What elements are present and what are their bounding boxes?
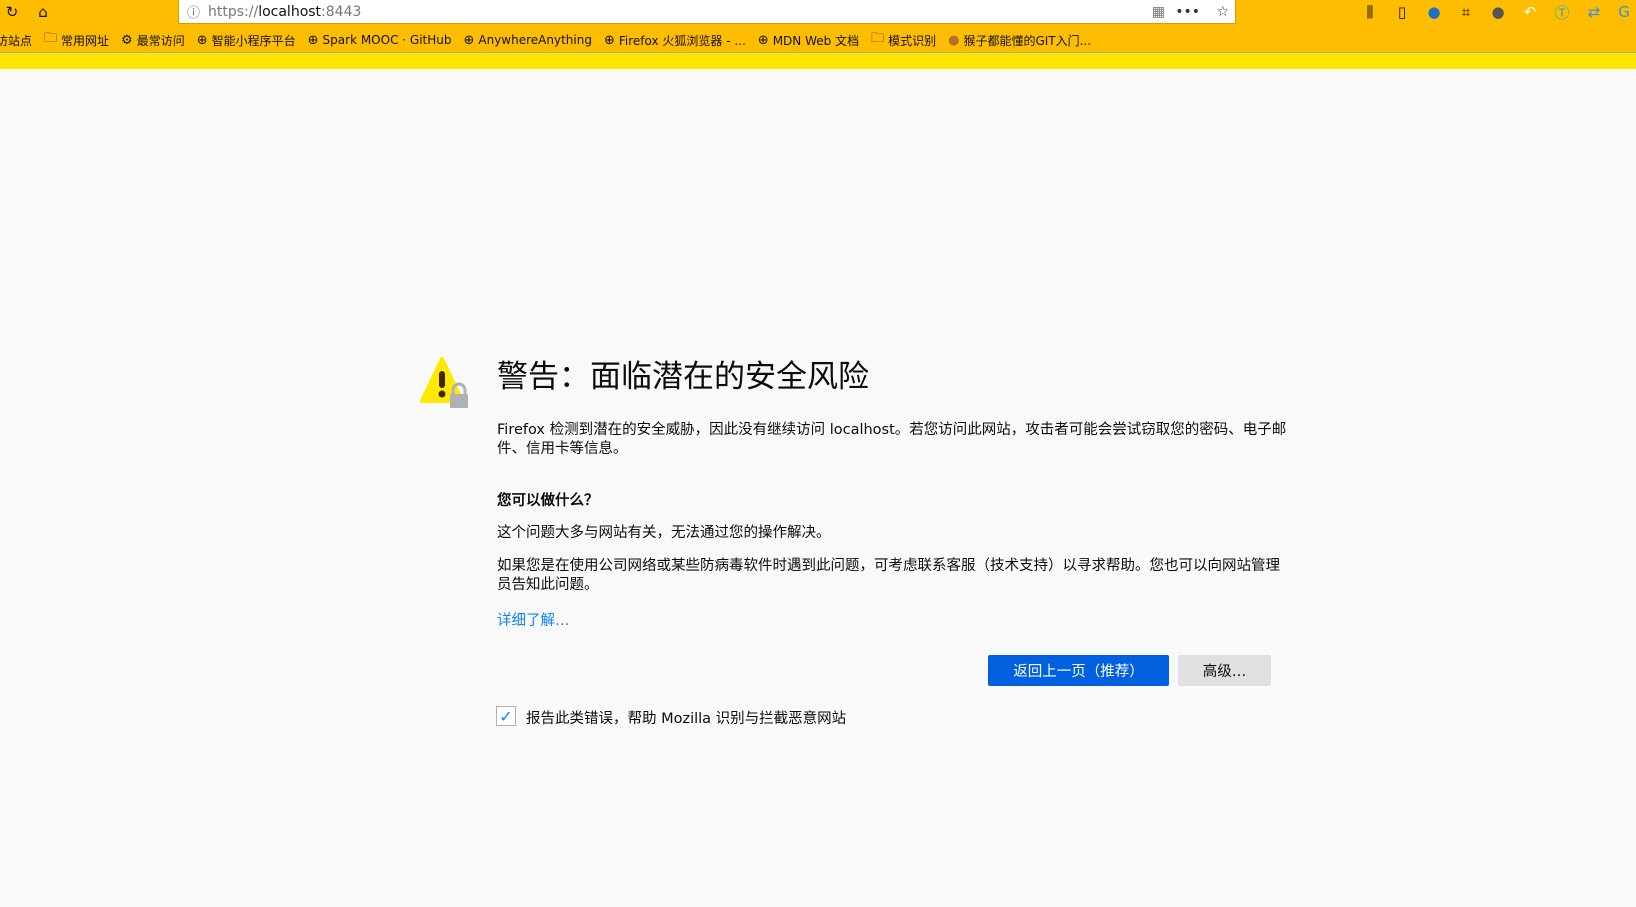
url-prefix: https:// — [208, 3, 259, 20]
checkmark-icon: ✓ — [499, 706, 513, 726]
bookmark-item[interactable]: ⊕ Spark MOOC · GitHub — [308, 33, 452, 48]
what-can-you-do-heading: 您可以做什么？ — [497, 493, 599, 509]
go-back-button[interactable]: 返回上一页（推荐） — [988, 655, 1169, 686]
url-port: :8443 — [321, 3, 362, 20]
url-bar[interactable]: ⓘ https://localhost:8443 ▦ ••• ☆ — [178, 0, 1236, 24]
advanced-button[interactable]: 高级… — [1178, 655, 1271, 686]
bookmark-item[interactable]: ⊕ AnywhereAnything — [463, 33, 591, 48]
info-icon[interactable]: ⓘ — [187, 2, 200, 21]
bookmark-label: AnywhereAnything — [478, 33, 592, 47]
bookmark-item[interactable]: ⚙ 最常访问 — [121, 32, 185, 49]
bookmark-item[interactable]: ⊕ Firefox 火狐浏览器 - ... — [604, 32, 746, 49]
sync-icon[interactable]: ⇄ — [1584, 2, 1604, 22]
bookmark-item[interactable]: ⊕ 智能小程序平台 — [197, 32, 296, 49]
account-avatar-icon[interactable]: ● — [1424, 2, 1444, 22]
bookmark-label: 模式识别 — [888, 33, 937, 48]
bookmark-label: MDN Web 文档 — [772, 33, 860, 48]
report-checkbox-label[interactable]: 报告此类错误，帮助 Mozilla 识别与拦截恶意网站 — [526, 707, 846, 728]
more-icon[interactable]: ••• — [1175, 4, 1200, 20]
notification-strip — [0, 53, 1636, 69]
chat-icon[interactable]: ● — [1488, 2, 1508, 22]
globe-icon: ⊕ — [307, 32, 319, 48]
qr-code-icon[interactable]: ▦ — [1152, 4, 1165, 20]
page-title: 警告：面临潜在的安全风险 — [497, 359, 869, 395]
globe-icon: ⊕ — [463, 32, 475, 48]
gear-icon: ⚙ — [121, 32, 133, 48]
learn-more-link[interactable]: 详细了解… — [497, 613, 570, 629]
intro-text: Firefox 检测到潜在的安全威胁，因此没有继续访问 localhost。若您… — [497, 422, 1287, 457]
bookmark-label: 猴子都能懂的GIT入门... — [963, 33, 1092, 48]
bookmark-label: 访站点 — [0, 33, 33, 48]
bookmark-label: 常用网址 — [61, 33, 110, 48]
bookmark-label: 最常访问 — [136, 33, 185, 48]
warning-lock-icon — [420, 357, 468, 408]
bookmark-item[interactable]: 🗀 常用网址 — [44, 29, 109, 51]
error-content: 警告：面临潜在的安全风险 Firefox 检测到潜在的安全威胁，因此没有继续访问… — [497, 355, 1287, 630]
crop-icon[interactable]: ⌗ — [1456, 2, 1476, 22]
explanation-text: 这个问题大多与网站有关，无法通过您的操作解决。 — [497, 525, 831, 541]
undo-icon[interactable]: ↶ — [1520, 2, 1540, 22]
report-checkbox[interactable]: ✓ — [496, 706, 516, 726]
url-host: localhost — [258, 3, 322, 20]
bookmark-item[interactable]: 访站点 — [0, 32, 32, 49]
globe-icon: ⊕ — [603, 32, 615, 48]
bookmark-label: Firefox 火狐浏览器 - ... — [618, 33, 746, 48]
bookmark-item[interactable]: ⊕ MDN Web 文档 — [758, 32, 859, 49]
bookmark-label: 智能小程序平台 — [211, 33, 296, 48]
bookmark-item[interactable]: 🗀 模式识别 — [871, 29, 936, 51]
folder-icon: 🗀 — [44, 31, 58, 46]
browser-toolbar: ↻ ⌂ ⓘ https://localhost:8443 ▦ ••• ☆ ⫼ ▯… — [0, 0, 1636, 28]
home-icon[interactable]: ⌂ — [33, 2, 53, 22]
folder-icon: 🗀 — [871, 31, 885, 46]
google-translate-icon[interactable]: G — [1614, 2, 1634, 22]
sidebar-icon[interactable]: ▯ — [1392, 2, 1412, 22]
bookmark-label: Spark MOOC · GitHub — [322, 33, 452, 47]
globe-icon: ⊕ — [196, 32, 208, 48]
library-icon[interactable]: ⫼ — [1360, 2, 1380, 22]
translate-t-icon[interactable]: Ⓣ — [1552, 2, 1572, 22]
bookmarks-bar: 访站点 🗀常用网址 ⚙最常访问 ⊕智能小程序平台 ⊕Spark MOOC · G… — [0, 28, 1636, 53]
contact-text: 如果您是在使用公司网络或某些防病毒软件时遇到此问题，可考虑联系客服（技术支持）以… — [497, 558, 1280, 593]
star-icon[interactable]: ☆ — [1216, 4, 1229, 20]
reload-icon[interactable]: ↻ — [2, 2, 22, 22]
globe-icon: ⊕ — [757, 32, 769, 48]
bookmark-item[interactable]: ● 猴子都能懂的GIT入门... — [948, 32, 1091, 49]
monkey-icon: ● — [948, 32, 960, 48]
